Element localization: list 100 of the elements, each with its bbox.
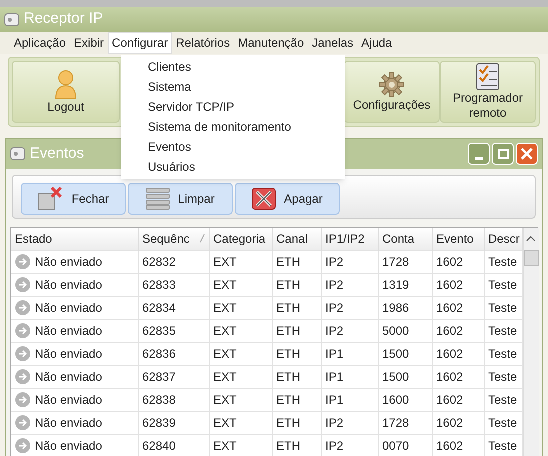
close-icon bbox=[38, 187, 64, 211]
toolbar-button[interactable]: Limpar bbox=[128, 183, 233, 215]
column-header[interactable]: Evento bbox=[432, 228, 484, 250]
table-cell-text: Não enviado bbox=[35, 414, 102, 432]
maximize-button[interactable] bbox=[492, 143, 514, 165]
table-cell: ETH bbox=[276, 416, 300, 430]
column-header[interactable]: Sequênc bbox=[138, 228, 209, 250]
table-cell: Teste bbox=[488, 254, 518, 268]
table-cell: Teste bbox=[488, 346, 518, 360]
table-cell: IP1 bbox=[326, 392, 344, 406]
menu-item[interactable]: Relatórios bbox=[172, 32, 234, 54]
table-cell: ETH bbox=[276, 324, 300, 338]
window-icon bbox=[10, 147, 26, 161]
minimize-button[interactable] bbox=[468, 143, 490, 165]
table-cell-text: Não enviado bbox=[35, 276, 102, 294]
table-cell: 5000 bbox=[382, 324, 410, 338]
table-cell: 62840 bbox=[142, 438, 176, 453]
table-cell: 62838 bbox=[142, 392, 176, 406]
table-cell: 62836 bbox=[142, 346, 176, 360]
toolbar-button[interactable]: Programador remoto bbox=[440, 61, 536, 123]
table-cell: 62832 bbox=[142, 254, 176, 268]
table-cell: 1602 bbox=[436, 438, 464, 453]
table-cell: 62839 bbox=[142, 416, 176, 430]
close-button[interactable] bbox=[516, 143, 538, 165]
table-cell: EXT bbox=[214, 370, 237, 384]
user-icon bbox=[55, 70, 77, 100]
menu-item[interactable]: Aplicação bbox=[10, 32, 70, 54]
table-cell: ETH bbox=[276, 438, 300, 453]
menu-item[interactable]: Configurar bbox=[108, 32, 172, 54]
table-cell: 1602 bbox=[436, 346, 464, 360]
lines-icon bbox=[146, 188, 170, 210]
menu-item[interactable]: Exibir bbox=[70, 32, 108, 54]
table-cell: ETH bbox=[276, 346, 300, 360]
table-cell: 1728 bbox=[382, 254, 410, 268]
table-cell-text: Não enviado bbox=[35, 368, 102, 386]
scrollbar-thumb[interactable] bbox=[524, 250, 538, 266]
table-cell-text: Não enviado bbox=[35, 322, 102, 340]
menu-item[interactable]: Janelas bbox=[308, 32, 358, 54]
table-cell: EXT bbox=[214, 392, 237, 406]
table-cell: ETH bbox=[276, 254, 300, 268]
dropdown-item[interactable]: Usuários bbox=[121, 157, 345, 177]
table-cell: Teste bbox=[488, 324, 518, 338]
table-cell: 1602 bbox=[436, 254, 464, 268]
column-header[interactable]: IP1/IP2 bbox=[321, 228, 378, 250]
dropdown-item[interactable]: Sistema de monitoramento bbox=[121, 117, 345, 137]
close-icon bbox=[521, 148, 533, 160]
table-cell: EXT bbox=[214, 346, 237, 360]
table-cell: 1500 bbox=[382, 370, 410, 384]
table-cell: 1602 bbox=[436, 300, 464, 314]
toolbar-button[interactable]: Fechar bbox=[21, 183, 126, 215]
dropdown-item[interactable]: Eventos bbox=[121, 137, 345, 157]
table-cell: Teste bbox=[488, 370, 518, 384]
dropdown-item[interactable]: Clientes bbox=[121, 57, 345, 77]
table-cell: 1602 bbox=[436, 370, 464, 384]
column-header[interactable]: Descr bbox=[484, 228, 522, 250]
table-cell: EXT bbox=[214, 438, 237, 453]
table-cell: IP2 bbox=[326, 300, 344, 314]
window-title: Receptor IP bbox=[24, 9, 104, 30]
toolbar-button[interactable]: Configurações bbox=[344, 61, 440, 123]
table-cell: IP2 bbox=[326, 278, 344, 292]
table-cell: EXT bbox=[214, 324, 237, 338]
toolbar-button[interactable]: Logout bbox=[12, 61, 120, 123]
column-header[interactable]: Conta bbox=[378, 228, 432, 250]
table-cell-text: Não enviado bbox=[35, 254, 102, 270]
column-header[interactable]: Estado bbox=[11, 228, 138, 250]
menu-item[interactable]: Manutenção bbox=[234, 32, 308, 54]
table-cell: IP1 bbox=[326, 346, 344, 360]
column-header[interactable]: Categoria bbox=[209, 228, 272, 250]
table-cell: IP2 bbox=[326, 254, 344, 268]
table-cell: IP1 bbox=[326, 370, 344, 384]
table-cell: IP2 bbox=[326, 438, 344, 453]
toolbar-button[interactable]: Apagar bbox=[235, 183, 340, 215]
dropdown-item[interactable]: Servidor TCP/IP bbox=[121, 97, 345, 117]
table-cell: IP2 bbox=[326, 324, 344, 338]
table-cell: 1602 bbox=[436, 392, 464, 406]
menu-item[interactable]: Ajuda bbox=[358, 32, 396, 54]
table-cell: 62833 bbox=[142, 278, 176, 292]
table-cell: Teste bbox=[488, 300, 518, 314]
gear-icon bbox=[379, 72, 405, 98]
table-cell-text: Não enviado bbox=[35, 346, 102, 362]
table-cell: EXT bbox=[214, 278, 237, 292]
table-cell: ETH bbox=[276, 392, 300, 406]
app-icon bbox=[4, 12, 20, 26]
table-cell: 1319 bbox=[382, 278, 410, 292]
table-cell: 1600 bbox=[382, 392, 410, 406]
table-cell: 1986 bbox=[382, 300, 410, 314]
column-header[interactable]: Canal bbox=[272, 228, 321, 250]
table-cell-text: Não enviado bbox=[35, 300, 102, 316]
dropdown-item[interactable]: Sistema bbox=[121, 77, 345, 97]
scroll-up-icon[interactable] bbox=[526, 236, 536, 242]
table-cell: EXT bbox=[214, 300, 237, 314]
table-cell: 1602 bbox=[436, 416, 464, 430]
table-cell: Teste bbox=[488, 392, 518, 406]
table-cell: EXT bbox=[214, 416, 237, 430]
table-cell: 62834 bbox=[142, 300, 176, 314]
table-cell: Teste bbox=[488, 438, 518, 453]
table-cell: ETH bbox=[276, 370, 300, 384]
table-cell: 1728 bbox=[382, 416, 410, 430]
table-cell: ETH bbox=[276, 278, 300, 292]
table-cell: ETH bbox=[276, 300, 300, 314]
